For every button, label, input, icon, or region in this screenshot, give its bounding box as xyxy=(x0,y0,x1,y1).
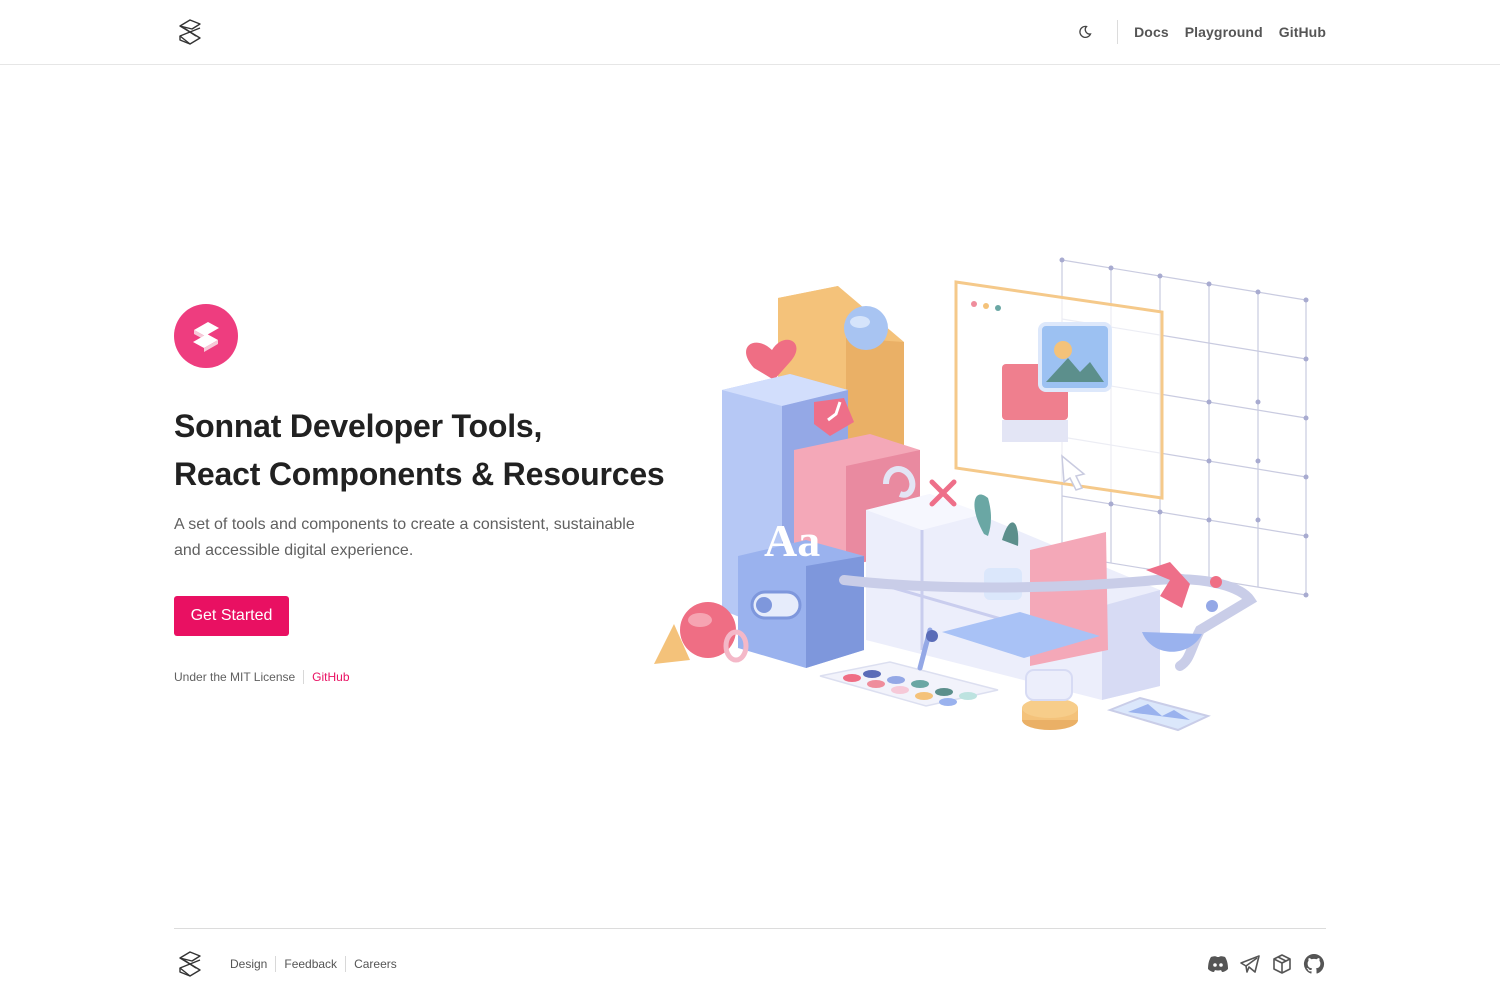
footer-link-careers[interactable]: Careers xyxy=(354,957,397,971)
svg-text:Aa: Aa xyxy=(764,515,820,566)
footer-divider xyxy=(174,928,1326,929)
nav-playground[interactable]: Playground xyxy=(1185,20,1263,44)
nav-github[interactable]: GitHub xyxy=(1279,20,1326,44)
discord-icon[interactable] xyxy=(1206,952,1230,976)
footer-link-divider xyxy=(345,956,347,972)
package-icon[interactable] xyxy=(1270,952,1294,976)
footer-link-divider xyxy=(275,956,277,972)
get-started-button[interactable]: Get Started xyxy=(174,596,289,636)
page-title: Sonnat Developer Tools, React Components… xyxy=(174,402,694,498)
social-links xyxy=(1206,952,1326,976)
license-divider xyxy=(303,670,305,684)
footer-link-design[interactable]: Design xyxy=(230,957,267,971)
hero-description: A set of tools and components to create … xyxy=(174,516,635,559)
title-line-1: Sonnat Developer Tools, xyxy=(174,408,543,444)
telegram-icon[interactable] xyxy=(1238,952,1262,976)
sonnat-logo-icon[interactable] xyxy=(174,16,206,48)
footer-link-feedback[interactable]: Feedback xyxy=(284,957,337,971)
nav-divider xyxy=(1117,20,1119,44)
3d-components-illustration: Aa xyxy=(630,250,1330,750)
moon-icon[interactable] xyxy=(1067,14,1103,50)
nav-docs[interactable]: Docs xyxy=(1134,20,1169,44)
github-icon[interactable] xyxy=(1302,952,1326,976)
license-github-link[interactable]: GitHub xyxy=(312,670,349,684)
title-line-2: React Components & Resources xyxy=(174,456,665,492)
header-nav: Docs Playground GitHub xyxy=(1067,0,1326,64)
footer-links: Design Feedback Careers xyxy=(230,956,397,972)
sonnat-s-icon xyxy=(174,304,238,368)
license-line: Under the MIT License GitHub xyxy=(174,670,350,684)
site-header: Docs Playground GitHub xyxy=(0,0,1500,65)
sonnat-logo-icon[interactable] xyxy=(174,948,206,980)
license-text: Under the MIT License xyxy=(174,670,296,684)
